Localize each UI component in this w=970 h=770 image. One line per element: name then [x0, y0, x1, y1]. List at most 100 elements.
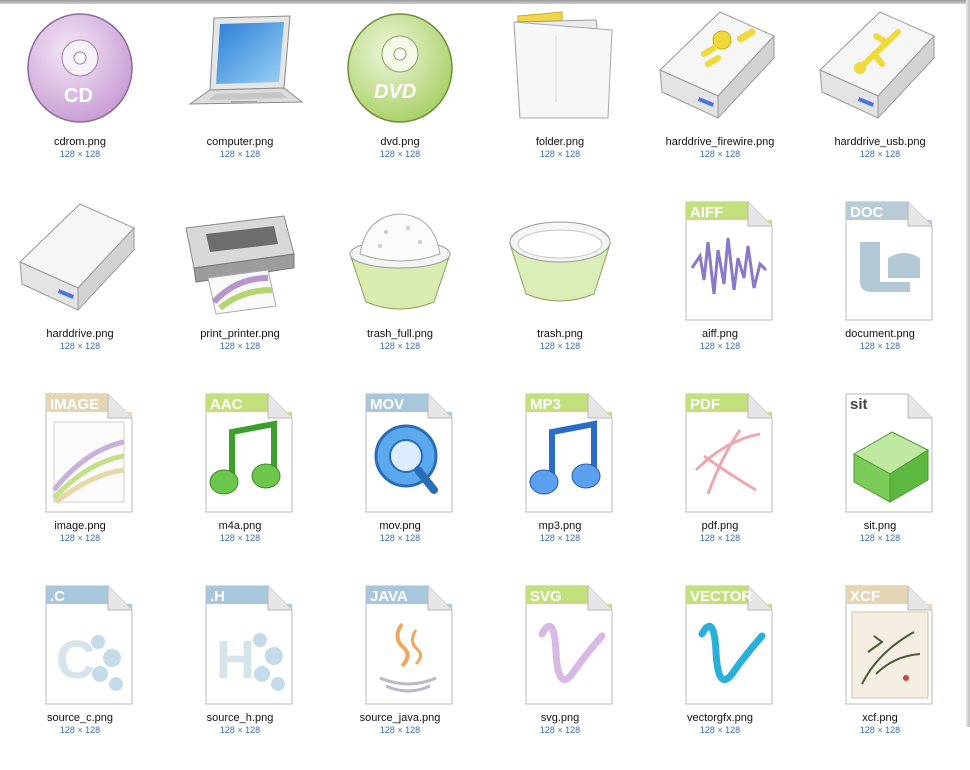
file-dimensions: 128 × 128	[379, 533, 421, 543]
file-item-sit[interactable]: sit sit.png 128 × 128	[800, 388, 960, 578]
file-item-harddrive-firewire[interactable]: harddrive_firewire.png 128 × 128	[640, 4, 800, 194]
file-item-cdrom[interactable]: CD cdrom.png 128 × 128	[0, 4, 160, 194]
file-dimensions: 128 × 128	[859, 533, 901, 543]
svg-text:MOV: MOV	[370, 396, 404, 413]
file-item-computer[interactable]: computer.png 128 × 128	[160, 4, 320, 194]
file-name: image.png	[54, 520, 106, 532]
file-dimensions: 128 × 128	[859, 149, 901, 159]
trash-empty-icon	[496, 198, 624, 326]
file-name: svg.png	[540, 712, 580, 724]
file-dimensions: 128 × 128	[859, 341, 901, 351]
file-name: harddrive.png	[46, 328, 114, 340]
file-dimensions: 128 × 128	[219, 341, 261, 351]
file-name: sit.png	[863, 520, 897, 532]
mov-file-icon: MOV	[336, 390, 464, 518]
svg-text:IMAGE: IMAGE	[50, 396, 99, 413]
trash-full-icon	[336, 198, 464, 326]
file-name: mov.png	[379, 520, 421, 532]
printer-icon	[176, 198, 304, 326]
file-item-document[interactable]: DOC document.png 128 × 128	[800, 196, 960, 386]
file-name: dvd.png	[380, 136, 420, 148]
file-dimensions: 128 × 128	[539, 341, 581, 351]
file-dimensions: 128 × 128	[59, 149, 101, 159]
cd-disc-icon: CD	[16, 6, 144, 134]
harddrive-icon	[16, 198, 144, 326]
file-name: harddrive_usb.png	[834, 136, 926, 148]
file-item-dvd[interactable]: DVD dvd.png 128 × 128	[320, 4, 480, 194]
svg-text:.H: .H	[210, 588, 225, 605]
file-item-xcf[interactable]: XCF xcf.png 128 × 128	[800, 580, 960, 770]
file-item-vectorgfx[interactable]: VECTOR vectorgfx.png 128 × 128	[640, 580, 800, 770]
svg-text:H: H	[216, 630, 255, 690]
svg-text:MP3: MP3	[530, 396, 561, 413]
svg-text:DVD: DVD	[374, 81, 416, 103]
file-name: source_c.png	[46, 712, 114, 724]
file-dimensions: 128 × 128	[699, 341, 741, 351]
m4a-file-icon: AAC	[176, 390, 304, 518]
file-name: computer.png	[206, 136, 274, 148]
file-name: vectorgfx.png	[686, 712, 754, 724]
file-name: mp3.png	[538, 520, 582, 532]
svg-text:PDF: PDF	[690, 396, 720, 413]
file-item-pdf[interactable]: PDF pdf.png 128 × 128	[640, 388, 800, 578]
file-name: folder.png	[535, 136, 585, 148]
file-name: harddrive_firewire.png	[665, 136, 775, 148]
file-dimensions: 128 × 128	[379, 341, 421, 351]
svg-text:sit: sit	[850, 396, 868, 413]
svg-text:CD: CD	[64, 85, 93, 107]
file-item-harddrive-usb[interactable]: harddrive_usb.png 128 × 128	[800, 4, 960, 194]
file-item-source-c[interactable]: .C C source_c.png 128 × 128	[0, 580, 160, 770]
file-item-mp3[interactable]: MP3 mp3.png 128 × 128	[480, 388, 640, 578]
file-item-source-h[interactable]: .H H source_h.png 128 × 128	[160, 580, 320, 770]
file-dimensions: 128 × 128	[59, 533, 101, 543]
file-item-source-java[interactable]: JAVA source_java.png 128 × 128	[320, 580, 480, 770]
file-item-mov[interactable]: MOV mov.png 128 × 128	[320, 388, 480, 578]
svg-text:C: C	[56, 630, 95, 690]
file-name: aiff.png	[702, 328, 738, 340]
svg-text:DOC: DOC	[850, 204, 884, 221]
file-dimensions: 128 × 128	[379, 149, 421, 159]
source-h-file-icon: .H H	[176, 582, 304, 710]
file-dimensions: 128 × 128	[699, 149, 741, 159]
source-c-file-icon: .C C	[16, 582, 144, 710]
usb-drive-icon	[816, 6, 944, 134]
file-item-svg[interactable]: SVG svg.png 128 × 128	[480, 580, 640, 770]
xcf-file-icon: XCF	[816, 582, 944, 710]
file-item-image[interactable]: IMAGE image.png 128 × 128	[0, 388, 160, 578]
mp3-file-icon: MP3	[496, 390, 624, 518]
scrollbar-track[interactable]	[966, 0, 970, 727]
svg-text:AIFF: AIFF	[690, 204, 723, 221]
firewire-drive-icon	[656, 6, 784, 134]
svg-text:AAC: AAC	[210, 396, 243, 413]
image-file-icon: IMAGE	[16, 390, 144, 518]
file-dimensions: 128 × 128	[59, 341, 101, 351]
sit-archive-icon: sit	[816, 390, 944, 518]
file-dimensions: 128 × 128	[219, 149, 261, 159]
svg-text:.C: .C	[50, 588, 65, 605]
svg-text:VECTOR: VECTOR	[690, 588, 752, 605]
file-item-trash[interactable]: trash.png 128 × 128	[480, 196, 640, 386]
aiff-file-icon: AIFF	[656, 198, 784, 326]
file-item-print-printer[interactable]: print_printer.png 128 × 128	[160, 196, 320, 386]
file-item-aiff[interactable]: AIFF aiff.png 128 × 128	[640, 196, 800, 386]
pdf-file-icon: PDF	[656, 390, 784, 518]
svg-text:JAVA: JAVA	[370, 588, 408, 605]
file-name: cdrom.png	[54, 136, 106, 148]
svg-text:SVG: SVG	[530, 588, 562, 605]
svg-text:XCF: XCF	[850, 588, 880, 605]
file-name: m4a.png	[218, 520, 262, 532]
dvd-disc-icon: DVD	[336, 6, 464, 134]
file-item-trash-full[interactable]: trash_full.png 128 × 128	[320, 196, 480, 386]
laptop-icon	[176, 6, 304, 134]
vector-file-icon: VECTOR	[656, 582, 784, 710]
file-name: xcf.png	[862, 712, 898, 724]
document-file-icon: DOC	[816, 198, 944, 326]
file-dimensions: 128 × 128	[539, 149, 581, 159]
file-item-harddrive[interactable]: harddrive.png 128 × 128	[0, 196, 160, 386]
svg-file-icon: SVG	[496, 582, 624, 710]
file-name: trash_full.png	[366, 328, 434, 340]
file-name: trash.png	[537, 328, 583, 340]
file-item-folder[interactable]: folder.png 128 × 128	[480, 4, 640, 194]
file-name: document.png	[845, 328, 915, 340]
file-item-m4a[interactable]: AAC m4a.png 128 × 128	[160, 388, 320, 578]
